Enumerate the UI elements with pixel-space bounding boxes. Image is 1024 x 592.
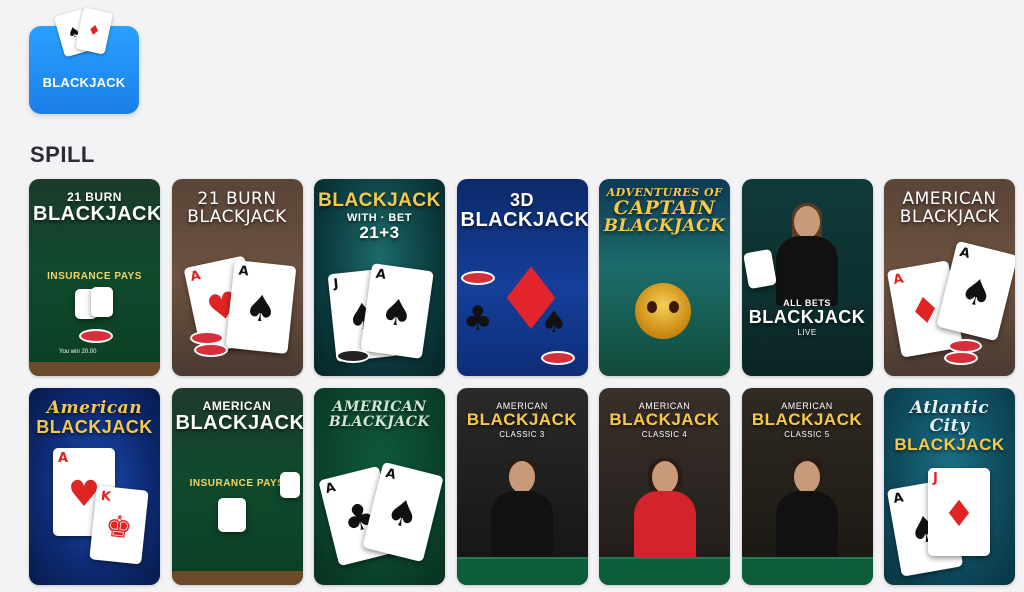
card-image: A ♠ — [225, 260, 296, 354]
game-title: American BLACKJACK — [36, 398, 153, 437]
card-image: J ♦ — [928, 468, 990, 556]
game-title: AMERICAN BLACKJACK CLASSIC 4 — [609, 401, 720, 440]
game-title: 21 BURN BLACKJACK — [187, 189, 287, 227]
category-tile-blackjack[interactable]: ♠ ♦ BLACKJACK — [29, 7, 139, 114]
game-tile-american-blackjack-classic-4[interactable]: AMERICAN BLACKJACK CLASSIC 4 — [599, 388, 730, 585]
game-tile-captain-blackjack[interactable]: ADVENTURES OF CAPTAIN BLACKJACK — [599, 179, 730, 376]
chip-image — [193, 343, 228, 357]
card-image — [217, 498, 246, 532]
game-tile-american-blackjack[interactable]: AMERICAN BLACKJACK A ♦ A ♠ — [884, 179, 1015, 376]
table-rail — [29, 362, 160, 376]
spade-icon: ♠ — [540, 305, 568, 340]
game-grid: 21 BURN BLACKJACK INSURANCE PAYS You win… — [29, 179, 1015, 585]
game-tile-american-blackjack-classic-5[interactable]: AMERICAN BLACKJACK CLASSIC 5 — [741, 388, 873, 585]
game-title: ALL BETS BLACKJACK LIVE — [748, 298, 866, 338]
dealer-image — [485, 458, 559, 561]
game-title: BLACKJACK WITH · BET 21+3 — [318, 190, 441, 243]
game-title: ADVENTURES OF CAPTAIN BLACKJACK — [603, 186, 726, 237]
game-tile-21-burn-blackjack[interactable]: 21 BURN BLACKJACK A ♥ A ♠ — [171, 179, 303, 376]
card-image: A ♠ — [360, 263, 434, 359]
game-title: 21 BURN BLACKJACK — [33, 190, 160, 225]
game-title: Atlantic City BLACKJACK — [894, 398, 1005, 454]
game-tile-american-blackjack-classic-3[interactable]: AMERICAN BLACKJACK CLASSIC 3 — [456, 388, 588, 585]
card-image — [742, 248, 777, 290]
game-tile-american-blackjack-blue[interactable]: American BLACKJACK A ♥ K ♚ — [29, 388, 160, 585]
card-image — [279, 472, 300, 498]
game-title: AMERICAN BLACKJACK CLASSIC 3 — [466, 401, 578, 440]
card-image: A ♠ — [936, 240, 1015, 342]
game-title: AMERICAN BLACKJACK CLASSIC 5 — [751, 401, 863, 440]
card-image: K ♚ — [89, 485, 149, 565]
dealer-image — [628, 458, 702, 561]
club-icon: ♣ — [462, 299, 493, 339]
chip-image — [79, 329, 113, 343]
game-tile-all-bets-blackjack[interactable]: ALL BETS BLACKJACK LIVE — [741, 179, 873, 376]
game-tile-21-burn-blackjack-table[interactable]: 21 BURN BLACKJACK INSURANCE PAYS You win… — [29, 179, 160, 376]
dealer-image — [770, 458, 844, 561]
felt-text: INSURANCE PAYS — [47, 271, 142, 282]
table-rail — [171, 571, 303, 585]
game-tile-3d-blackjack[interactable]: 3D BLACKJACK ♦ ♣ ♠ — [456, 179, 588, 376]
game-title: AMERICAN BLACKJACK — [328, 399, 431, 430]
chip-image — [944, 351, 978, 365]
game-tile-blackjack-21-3[interactable]: BLACKJACK WITH · BET 21+3 J ♠ A ♠ — [314, 179, 445, 376]
game-tile-american-blackjack-felt[interactable]: AMERICAN BLACKJACK A ♣ A ♠ — [314, 388, 445, 585]
game-title: 3D BLACKJACK — [460, 190, 588, 231]
game-tile-american-blackjack-table[interactable]: AMERICAN BLACKJACK INSURANCE PAYS — [171, 388, 303, 585]
table-edge — [456, 557, 588, 585]
chip-image — [540, 351, 575, 365]
game-title: AMERICAN BLACKJACK — [175, 399, 303, 434]
playing-cards-icon: ♠ ♦ — [53, 7, 117, 68]
section-title: SPILL — [30, 142, 95, 167]
game-title: AMERICAN BLACKJACK — [899, 189, 1000, 227]
skull-icon — [635, 283, 691, 339]
win-text: You win 20.00 — [59, 349, 97, 355]
table-edge — [599, 557, 730, 585]
chip-image — [460, 271, 495, 285]
table-edge — [741, 557, 873, 585]
card-image — [91, 287, 113, 317]
category-label: BLACKJACK — [42, 75, 126, 90]
chip-image — [336, 349, 370, 363]
game-tile-atlantic-city-blackjack[interactable]: Atlantic City BLACKJACK A ♠ J ♦ — [884, 388, 1015, 585]
dealer-image — [770, 203, 844, 306]
